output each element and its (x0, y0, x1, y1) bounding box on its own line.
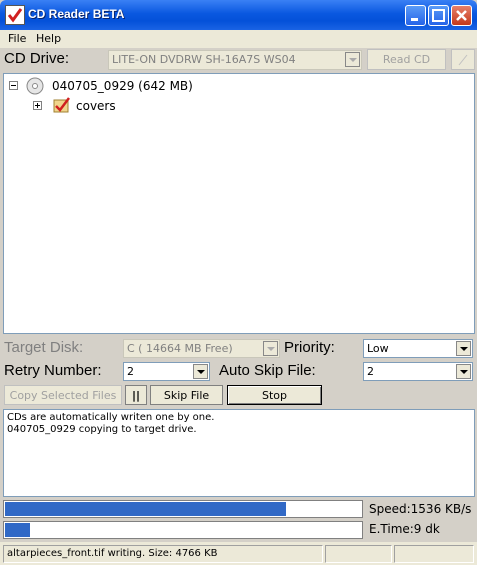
collapse-icon[interactable] (9, 81, 18, 90)
eject-button[interactable] (451, 49, 475, 70)
chevron-down-icon (345, 52, 360, 67)
retry-number-select[interactable]: 2 (123, 362, 210, 381)
stop-button[interactable]: Stop (227, 385, 322, 405)
chevron-down-icon (263, 341, 278, 356)
menu-help[interactable]: Help (36, 32, 61, 45)
etime-label: E.Time:9 dk (369, 522, 440, 536)
chevron-down-icon (456, 341, 471, 356)
target-disk-label: Target Disk: (4, 339, 84, 356)
cd-drive-label: CD Drive: (4, 50, 70, 67)
expand-icon[interactable] (33, 101, 42, 110)
folder-check-icon (53, 96, 71, 114)
speed-label: Speed:1536 KB/s (369, 502, 472, 516)
priority-select[interactable]: Low (363, 339, 473, 358)
log-line: 040705_0929 copying to target drive. (7, 424, 197, 435)
file-tree[interactable]: 040705_0929 (642 MB) covers (3, 73, 475, 334)
auto-skip-select[interactable]: 2 (363, 362, 473, 381)
menu-bar: File Help (0, 30, 477, 48)
pause-icon: || (131, 389, 141, 402)
title-bar: CD Reader BETA (0, 0, 477, 30)
retry-number-label: Retry Number: (4, 362, 102, 379)
maximize-button[interactable] (428, 5, 449, 26)
status-pane (325, 545, 392, 563)
file-progress-bar (3, 521, 363, 539)
minimize-button[interactable] (405, 5, 426, 26)
close-button[interactable] (451, 5, 472, 26)
chevron-down-icon (193, 364, 208, 379)
copy-selected-button[interactable]: Copy Selected Files (4, 385, 122, 405)
overall-progress-bar (3, 500, 363, 518)
status-text: altarpieces_front.tif writing. Size: 476… (3, 545, 323, 563)
auto-skip-value: 2 (367, 365, 374, 378)
retry-number-value: 2 (127, 365, 134, 378)
cd-disc-icon (26, 77, 44, 95)
target-disk-select[interactable]: C ( 14664 MB Free) (123, 339, 280, 358)
skip-file-button[interactable]: Skip File (150, 385, 223, 405)
auto-skip-label: Auto Skip File: (219, 362, 316, 379)
chevron-down-icon (456, 364, 471, 379)
pause-button[interactable]: || (125, 385, 147, 405)
read-cd-button[interactable]: Read CD (367, 49, 446, 70)
tree-root-label[interactable]: 040705_0929 (642 MB) (52, 79, 193, 93)
log-line: CDs are automatically writen one by one. (7, 412, 215, 423)
log-area[interactable]: CDs are automatically writen one by one.… (3, 409, 475, 497)
target-disk-value: C ( 14664 MB Free) (127, 342, 233, 355)
cd-drive-value: LITE-ON DVDRW SH-16A7S WS04 (112, 53, 296, 66)
priority-label: Priority: (284, 339, 335, 356)
cd-drive-select[interactable]: LITE-ON DVDRW SH-16A7S WS04 (108, 50, 362, 70)
priority-value: Low (367, 342, 389, 355)
menu-file[interactable]: File (8, 32, 26, 45)
tree-child-label[interactable]: covers (76, 99, 116, 113)
window-title: CD Reader BETA (28, 7, 125, 21)
app-check-icon (5, 5, 25, 25)
overall-progress-fill (5, 502, 286, 516)
status-pane (394, 545, 474, 563)
file-progress-fill (5, 523, 30, 537)
